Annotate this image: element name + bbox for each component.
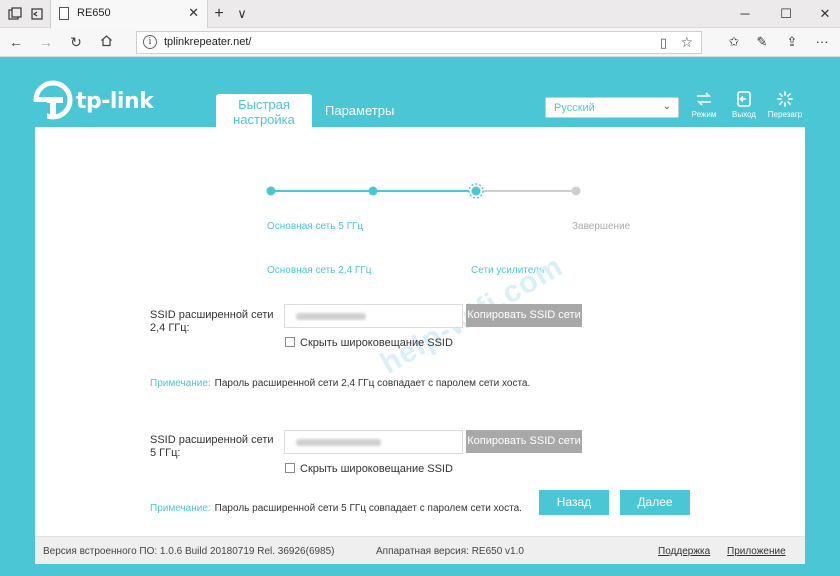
note-24ghz-text: Пароль расширенной сети 2,4 ГГц совпадае… bbox=[214, 378, 531, 389]
browser-titlebar: RE650 ✕ + ∨ ─ ☐ ✕ bbox=[0, 0, 840, 28]
ssid5-label-line2: 5 ГГц: bbox=[150, 447, 181, 459]
ssid24-label-line1: SSID расширенной сети bbox=[150, 309, 274, 321]
tab-list-icon[interactable] bbox=[6, 5, 24, 23]
firmware-version: Версия встроенного ПО: 1.0.6 Build 20180… bbox=[43, 546, 335, 557]
tp-link-logo-mark-icon bbox=[33, 80, 73, 120]
step-label-24ghz: Основная сеть 2,4 ГГц bbox=[267, 265, 372, 276]
ssid24-label: SSID расширенной сети 2,4 ГГц: bbox=[150, 309, 274, 335]
close-window-icon[interactable]: ✕ bbox=[815, 4, 835, 24]
site-info-icon[interactable]: i bbox=[143, 35, 157, 49]
hide-ssid24-row[interactable]: Скрыть широковещание SSID bbox=[285, 337, 453, 349]
close-tab-icon[interactable]: ✕ bbox=[188, 5, 199, 21]
step-dot-5ghz bbox=[368, 186, 378, 196]
hide-ssid5-checkbox[interactable] bbox=[285, 463, 295, 473]
support-link[interactable]: Поддержка bbox=[658, 546, 710, 557]
logo-text: tp-link bbox=[76, 89, 154, 114]
note-5ghz-text: Пароль расширенной сети 5 ГГц совпадает … bbox=[214, 503, 522, 514]
maximize-icon[interactable]: ☐ bbox=[776, 4, 796, 24]
page-icon bbox=[59, 7, 69, 20]
ssid5-input[interactable] bbox=[284, 430, 463, 454]
next-button[interactable]: Далее bbox=[620, 490, 690, 515]
logout-button[interactable]: Выход bbox=[723, 90, 765, 119]
page-footer: Версия встроенного ПО: 1.0.6 Build 20180… bbox=[35, 536, 805, 564]
wizard-progress bbox=[266, 183, 581, 199]
setup-card: Основная сеть 5 ГГц Завершение Основная … bbox=[35, 127, 805, 554]
mode-button[interactable]: Режим bbox=[683, 90, 725, 119]
note-5ghz: Примечание: Пароль расширенной сети 5 ГГц… bbox=[150, 503, 522, 514]
favorite-star-icon[interactable]: ☆ bbox=[680, 34, 693, 51]
new-tab-button[interactable]: + bbox=[210, 5, 228, 23]
mode-icon bbox=[697, 92, 711, 106]
share-icon[interactable]: ⇪ bbox=[782, 32, 802, 52]
reboot-button[interactable]: Перезагр bbox=[764, 90, 806, 119]
url-text[interactable]: tplinkrepeater.net/ bbox=[164, 36, 251, 48]
app-link[interactable]: Приложение bbox=[727, 546, 786, 557]
tab-title: RE650 bbox=[77, 7, 111, 19]
logout-icon bbox=[737, 91, 751, 107]
copy-ssid24-button[interactable]: Копировать SSID сети bbox=[466, 304, 582, 327]
step-dot-finish bbox=[571, 186, 581, 196]
refresh-icon[interactable]: ↻ bbox=[66, 32, 86, 52]
chevron-down-icon: ⌄ bbox=[662, 101, 671, 112]
tab-quick-setup-line1: Быстрая bbox=[238, 97, 290, 112]
mode-label: Режим bbox=[691, 110, 717, 119]
minimize-icon[interactable]: ─ bbox=[735, 4, 755, 24]
hide-ssid5-label: Скрыть широковещание SSID bbox=[300, 463, 453, 475]
ssid24-blurred-value bbox=[296, 313, 366, 320]
tab-quick-setup[interactable]: Быстрая настройка bbox=[216, 94, 312, 127]
more-menu-icon[interactable]: ··· bbox=[812, 32, 832, 52]
ssid5-label: SSID расширенной сети 5 ГГц: bbox=[150, 434, 274, 460]
forward-arrow-icon[interactable]: → bbox=[36, 32, 56, 52]
home-icon[interactable] bbox=[96, 32, 116, 52]
ssid5-blurred-value bbox=[296, 439, 381, 446]
ssid24-label-line2: 2,4 ГГц: bbox=[150, 322, 190, 334]
language-value: Русский bbox=[554, 102, 595, 114]
note-24ghz: Примечание: Пароль расширенной сети 2,4 Г… bbox=[150, 378, 530, 389]
step-dot-24ghz bbox=[266, 186, 276, 196]
hide-ssid24-label: Скрыть широковещание SSID bbox=[300, 337, 453, 349]
favorites-icon[interactable]: ✩ bbox=[724, 32, 744, 52]
tab-overflow-button[interactable]: ∨ bbox=[233, 5, 251, 23]
reading-view-icon[interactable]: ▯ bbox=[660, 35, 667, 51]
language-select[interactable]: Русский ⌄ bbox=[545, 97, 679, 118]
note-24ghz-title: Примечание: bbox=[150, 378, 211, 389]
step-dot-extender bbox=[471, 186, 481, 196]
reboot-icon bbox=[777, 91, 793, 107]
reboot-label: Перезагр bbox=[767, 110, 803, 119]
back-button[interactable]: Назад bbox=[539, 490, 609, 515]
router-page: tp-link Быстрая настройка Параметры Русс… bbox=[0, 57, 840, 576]
hide-ssid5-row[interactable]: Скрыть широковещание SSID bbox=[285, 463, 453, 475]
copy-ssid5-button[interactable]: Копировать SSID сети bbox=[466, 430, 582, 453]
set-tabs-aside-icon[interactable] bbox=[28, 5, 46, 23]
tab-quick-setup-line2: настройка bbox=[233, 112, 295, 127]
note-5ghz-title: Примечание: bbox=[150, 503, 211, 514]
browser-tab[interactable]: RE650 ✕ bbox=[50, 0, 208, 28]
hide-ssid24-checkbox[interactable] bbox=[285, 337, 295, 347]
step-label-finish: Завершение bbox=[572, 221, 631, 232]
hardware-version: Аппаратная версия: RE650 v1.0 bbox=[376, 546, 524, 557]
ssid5-label-line1: SSID расширенной сети bbox=[150, 434, 274, 446]
step-label-5ghz: Основная сеть 5 ГГц bbox=[267, 221, 364, 232]
browser-toolbar: ← → ↻ i tplinkrepeater.net/ ▯ ☆ ✩ ✎ ⇪ ··… bbox=[0, 28, 840, 57]
address-bar[interactable]: i tplinkrepeater.net/ ▯ ☆ bbox=[136, 31, 702, 54]
logout-label: Выход bbox=[732, 110, 756, 119]
back-arrow-icon[interactable]: ← bbox=[6, 32, 26, 52]
pen-icon[interactable]: ✎ bbox=[752, 32, 772, 52]
ssid24-input[interactable] bbox=[284, 304, 463, 328]
